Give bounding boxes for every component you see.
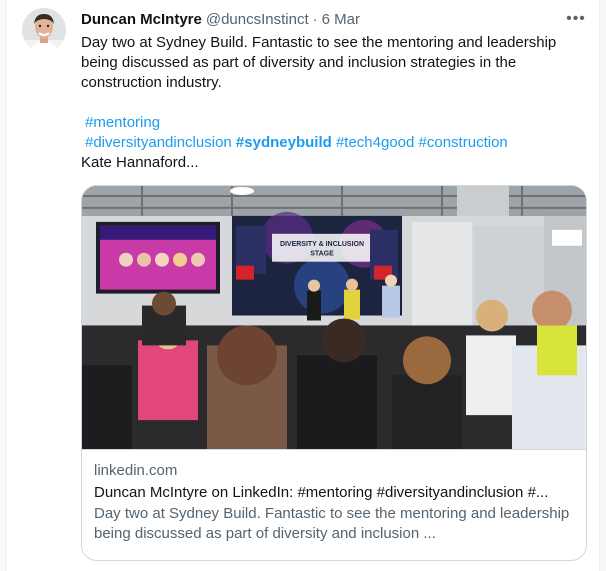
hashtag-line-2: #diversityandinclusion #sydneybuild #tec…: [81, 133, 587, 153]
link-card[interactable]: DIVERSITY & INCLUSION STAGE linkedin.com…: [81, 185, 587, 561]
separator-dot: ·: [312, 10, 318, 28]
tweet-header: Duncan McIntyre @duncsInstinct · 6 Mar: [81, 6, 587, 32]
hashtag-sydneybuild[interactable]: #sydneybuild: [236, 134, 332, 151]
tweet-body: Day two at Sydney Build. Fantastic to se…: [81, 34, 557, 91]
card-domain: linkedin.com: [94, 462, 178, 479]
hashtag-mentoring[interactable]: #mentoring: [85, 114, 160, 131]
tweet-trailing-text: Kate Hannaford...: [81, 154, 199, 171]
card-title: Duncan McIntyre on LinkedIn: #mentoring …: [94, 484, 549, 501]
hashtag-line-1: #mentoring: [81, 113, 587, 133]
author-name[interactable]: Duncan McIntyre: [81, 11, 202, 28]
card-description: Day two at Sydney Build. Fantastic to se…: [94, 505, 570, 542]
svg-text:STAGE: STAGE: [310, 251, 334, 258]
card-image[interactable]: DIVERSITY & INCLUSION STAGE: [82, 186, 586, 450]
hashtag-tech4good[interactable]: #tech4good: [336, 134, 414, 151]
hashtag-construction[interactable]: #construction: [419, 134, 508, 151]
tweet-date[interactable]: 6 Mar: [322, 11, 360, 28]
svg-text:DIVERSITY & INCLUSION: DIVERSITY & INCLUSION: [280, 241, 364, 248]
tweet-text: Day two at Sydney Build. Fantastic to se…: [81, 33, 587, 173]
tweet[interactable]: Duncan McIntyre @duncsInstinct · 6 Mar •…: [6, 0, 600, 571]
hashtag-diversityandinclusion[interactable]: #diversityandinclusion: [85, 134, 232, 151]
more-options-icon[interactable]: •••: [565, 8, 587, 30]
avatar[interactable]: [22, 8, 66, 52]
author-handle[interactable]: @duncsInstinct: [206, 11, 309, 28]
card-info: linkedin.com Duncan McIntyre on LinkedIn…: [82, 450, 586, 544]
tweet-content: Duncan McIntyre @duncsInstinct · 6 Mar •…: [81, 6, 587, 561]
